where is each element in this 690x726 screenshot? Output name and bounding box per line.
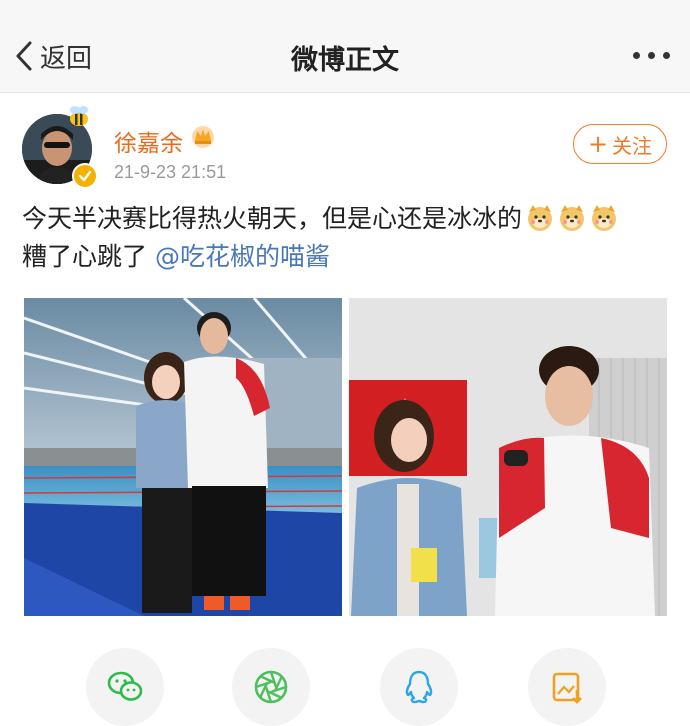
mention-link[interactable]: @吃花椒的喵酱 xyxy=(155,242,330,271)
share-moments-button[interactable] xyxy=(232,648,310,726)
post-text-line1: 今天半决赛比得热火朝天，但是心还是冰冰的 xyxy=(22,204,523,233)
post-text-line2: 糟了心跳了 xyxy=(22,242,155,271)
bee-badge-icon xyxy=(70,106,88,126)
follow-button[interactable]: + 关注 xyxy=(573,124,667,164)
more-dots-icon xyxy=(633,52,640,59)
nav-bar: 返回 微博正文 xyxy=(0,0,690,93)
doge-emoji-icon xyxy=(528,205,553,231)
post-text: 今天半决赛比得热火朝天，但是心还是冰冰的 糟了心跳了 @吃花椒的喵酱 xyxy=(22,200,672,276)
moments-icon xyxy=(254,670,288,704)
page-title: 微博正文 xyxy=(291,45,399,76)
share-wechat-button[interactable] xyxy=(86,648,164,726)
interview-image xyxy=(349,298,667,616)
author-name[interactable]: 徐嘉余 xyxy=(114,124,183,158)
qq-icon xyxy=(405,670,433,704)
poolside-image xyxy=(24,298,342,616)
plus-icon: + xyxy=(587,130,609,158)
doge-emoji-icon xyxy=(560,205,585,231)
share-qq-button[interactable] xyxy=(380,648,458,726)
verified-badge-icon xyxy=(72,163,98,189)
wechat-icon xyxy=(107,671,143,701)
share-row xyxy=(0,640,690,726)
crown-icon xyxy=(192,126,214,148)
share-save-button[interactable] xyxy=(528,648,606,726)
photo-interview[interactable] xyxy=(349,298,667,616)
save-icon xyxy=(552,672,582,704)
doge-emoji-icon xyxy=(592,205,617,231)
post-time: 21-9-23 21:51 xyxy=(114,162,227,182)
follow-label: 关注 xyxy=(612,133,653,158)
more-button[interactable] xyxy=(633,52,670,59)
photo-poolside[interactable] xyxy=(24,298,342,616)
